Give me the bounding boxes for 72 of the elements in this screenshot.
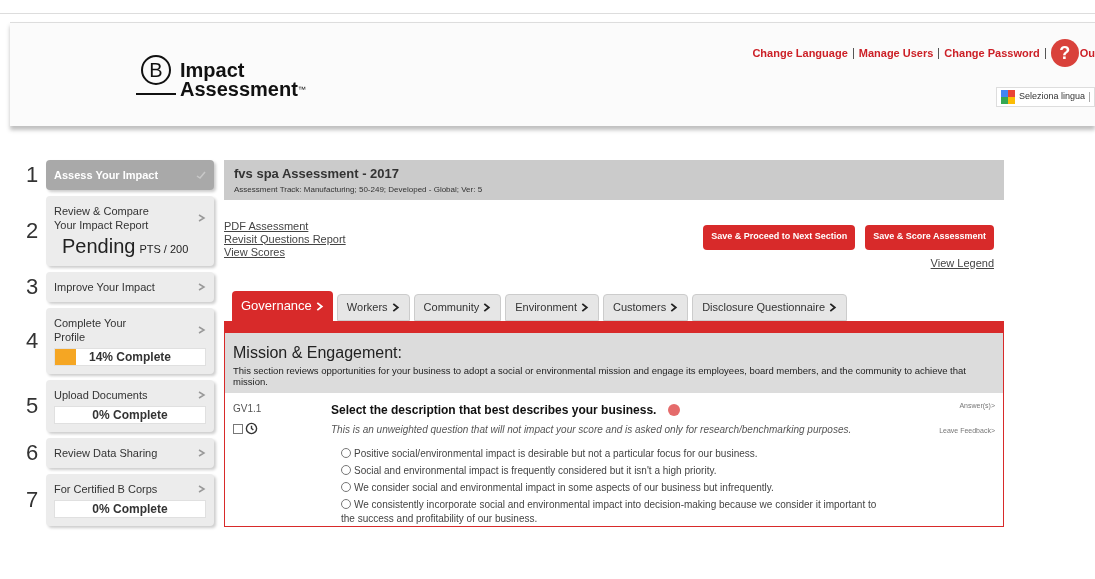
question-text: Select the description that best describes your business. (331, 402, 657, 419)
sidebar-item-label: For Certified B Corps (54, 481, 159, 496)
section-tab[interactable]: Customers (602, 294, 689, 321)
sidebar-item-label: Improve Your Impact (54, 279, 156, 294)
history-icon[interactable] (245, 422, 258, 435)
question-code: GV1.1 (233, 402, 263, 416)
score-value: Pending (62, 236, 136, 256)
sidebar-item-label: Review & Compare Your Impact Report (54, 204, 150, 232)
logo: B Impact Assessment$^{™}$ (136, 55, 306, 103)
step-number: 3 (24, 275, 40, 298)
chevron-icon (198, 390, 206, 399)
section-tab[interactable]: Community (413, 294, 502, 321)
chevron-icon (483, 303, 492, 312)
chevron-icon (580, 303, 589, 312)
answer-option[interactable]: Social and environmental impact is frequently considered but it isn't a high priority. (341, 464, 891, 478)
sidebar-item[interactable]: Complete Your Profile 14% Complete (46, 307, 214, 374)
section-title: Mission & Engagement: (233, 343, 403, 363)
header-link[interactable]: Change Password (944, 44, 1040, 62)
save-button[interactable]: Save & Score Assessment (865, 224, 994, 250)
legend-link[interactable]: View Legend (930, 254, 994, 271)
sidebar-item[interactable]: Review & Compare Your Impact Report Pending PTS / 200 (46, 196, 214, 266)
chevron-icon (198, 484, 206, 493)
assessment-track: Assessment Track: Manufacturing; 50-249; Developed - Global; Ver: 5 (234, 183, 484, 196)
step-number: 2 (24, 219, 40, 242)
step-number: 4 (24, 329, 40, 352)
sidebar-item-label: Review Data Sharing (54, 445, 159, 460)
sidebar-item-label: Upload Documents (54, 387, 149, 402)
progress-text: 0% Complete (91, 406, 169, 423)
sidebar-item[interactable]: Review Data Sharing (46, 437, 214, 468)
score-unit: PTS / 200 (139, 242, 189, 257)
header-link[interactable]: Change Language (752, 44, 848, 62)
report-link[interactable]: PDF Assessment (224, 219, 346, 233)
chevron-icon (198, 214, 206, 222)
section-description: This section reviews opportunities for your business to adopt a social or environmental mission and engage its employees, board members, and the community to achieve that mission. (233, 365, 967, 387)
chevron-icon (315, 301, 324, 311)
chevron-icon (670, 303, 679, 312)
save-button[interactable]: Save & Proceed to Next Section (703, 224, 856, 250)
chevron-icon (391, 303, 400, 312)
progress-text: 14% Complete (88, 348, 172, 365)
section-tab[interactable]: Disclosure Questionnaire (692, 294, 848, 321)
question-note: This is an unweighted question that will not impact your score and is asked only for research/benchmarking purposes. (331, 423, 853, 437)
sidebar-item[interactable]: Improve Your Impact (46, 271, 214, 302)
chevron-icon (198, 448, 206, 457)
step-number: 7 (24, 488, 40, 511)
chevron-icon (198, 282, 206, 291)
sidebar-item-label: Complete Your Profile (54, 315, 128, 344)
sidebar-item[interactable]: For Certified B Corps 0% Complete (46, 473, 214, 526)
section-tab[interactable]: Workers (336, 294, 410, 321)
report-link[interactable]: Revisit Questions Report (224, 232, 346, 246)
header-link[interactable]: Manage Users (858, 44, 934, 62)
section-tab[interactable]: Environment (505, 294, 599, 321)
chevron-icon (198, 325, 206, 334)
answer-option[interactable]: We consider social and environmental impact in some aspects of our business but infrequently. (341, 481, 891, 495)
answer-option[interactable]: We consistently incorporate social and environmental impact into decision-making because we consider it important to the success and profitability of our business. (341, 498, 891, 526)
chevron-icon (829, 303, 838, 312)
sidebar-item[interactable]: Upload Documents 0% Complete (46, 379, 214, 432)
language-select-label: Seleziona lingua (1018, 90, 1085, 104)
check-icon (196, 171, 206, 179)
progress-text: 0% Complete (91, 500, 169, 517)
step-number: 1 (24, 164, 40, 186)
assessment-title: fvs spa Assessment - 2017 (234, 165, 400, 183)
section-tab[interactable]: Governance (232, 291, 333, 321)
flag-checkbox[interactable] (233, 423, 243, 434)
header-link[interactable]: Ou (1079, 44, 1095, 62)
language-select[interactable]: Seleziona lingua (995, 87, 1095, 107)
translate-icon (1000, 90, 1015, 104)
help-icon[interactable]: ? (1050, 39, 1079, 67)
answer-option[interactable]: Positive social/environmental impact is desirable but not a particular focus for our business. (341, 447, 891, 461)
step-number: 6 (24, 441, 40, 464)
sidebar-item-label: Assess Your Impact (54, 168, 159, 182)
report-link[interactable]: View Scores (224, 245, 346, 259)
step-number: 5 (24, 394, 40, 417)
